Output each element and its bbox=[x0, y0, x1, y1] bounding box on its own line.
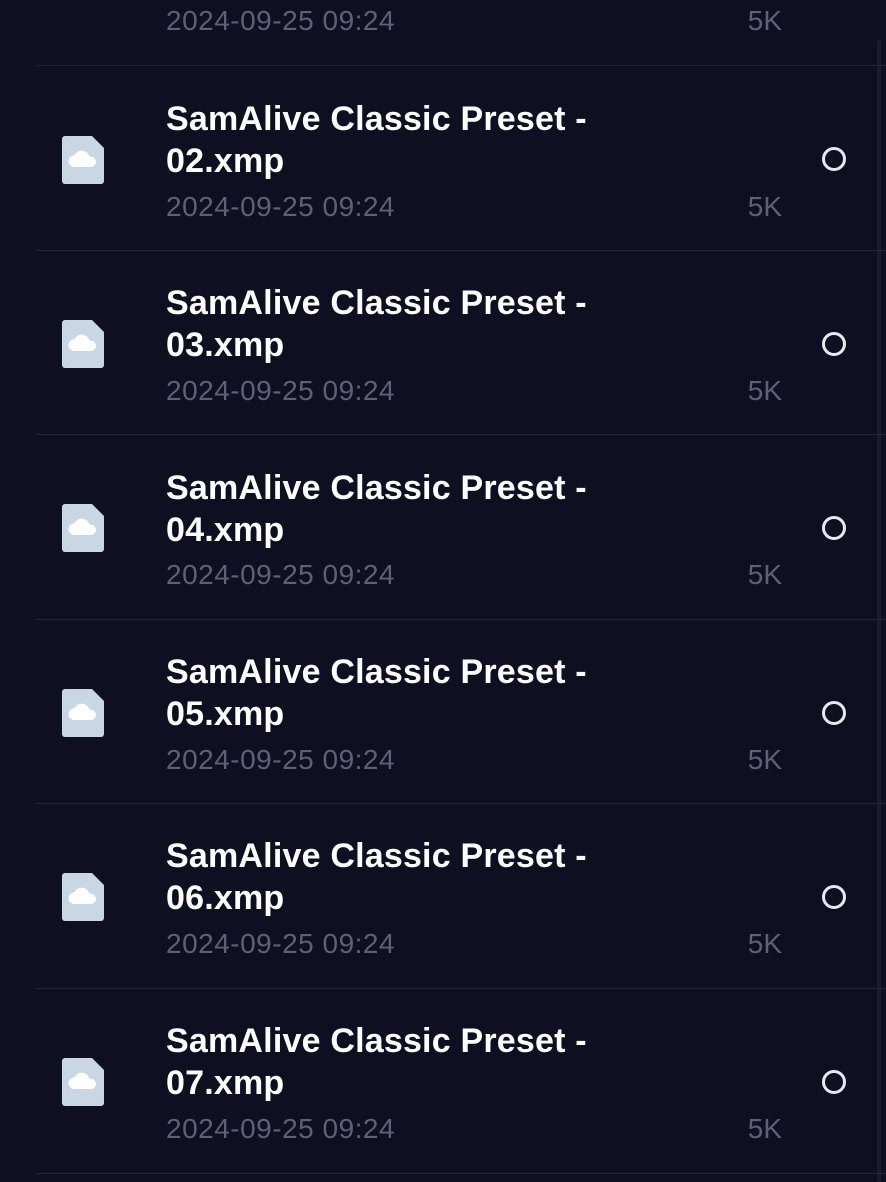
item-name-line1: SamAlive Classic Preset - bbox=[166, 100, 587, 138]
item-size: 5K bbox=[747, 375, 782, 406]
item-date: 2024-09-25 09:24 bbox=[166, 5, 396, 36]
item-name-line1: SamAlive Classic Preset - bbox=[166, 1022, 587, 1060]
item-name-line1: SamAlive Classic Preset - bbox=[166, 653, 587, 691]
item-name-line2: 02.xmp bbox=[166, 142, 285, 180]
list-item[interactable]: SamAlive Classic Preset - 06.xmp 2024-09… bbox=[36, 804, 886, 989]
item-size: 5K bbox=[747, 928, 782, 959]
item-name-line1: SamAlive Classic Preset - bbox=[166, 469, 587, 507]
list-item[interactable]: SamAlive Classic Preset - 03.xmp 2024-09… bbox=[36, 251, 886, 435]
item-name: SamAlive Classic Preset - 02.xmp bbox=[166, 98, 686, 182]
cloud-file-icon bbox=[62, 504, 104, 552]
list-item[interactable]: SamAlive Classic Preset - 07.xmp 2024-09… bbox=[36, 989, 886, 1174]
item-size: 5K bbox=[747, 5, 782, 36]
item-name-line1: SamAlive Classic Preset - bbox=[166, 284, 587, 322]
item-date: 2024-09-25 09:24 bbox=[166, 928, 396, 959]
cloud-file-icon bbox=[62, 136, 104, 184]
list-item[interactable]: SamAlive Classic Preset - 02.xmp 2024-09… bbox=[36, 66, 886, 251]
item-date: 2024-09-25 09:24 bbox=[166, 744, 396, 775]
item-date: 2024-09-25 09:24 bbox=[166, 1113, 396, 1144]
item-name-line1: SamAlive Classic Preset - bbox=[166, 837, 587, 875]
item-name: SamAlive Classic Preset - 03.xmp bbox=[166, 282, 686, 366]
list-item[interactable]: SamAlive Classic Preset - 05.xmp 2024-09… bbox=[36, 620, 886, 804]
item-name-line2: 05.xmp bbox=[166, 695, 285, 733]
item-date: 2024-09-25 09:24 bbox=[166, 559, 396, 590]
item-name: SamAlive Classic Preset - 05.xmp bbox=[166, 651, 686, 735]
item-size: 5K bbox=[747, 559, 782, 590]
select-radio[interactable] bbox=[822, 516, 846, 540]
item-name-line2: 07.xmp bbox=[166, 1064, 285, 1102]
select-radio[interactable] bbox=[822, 332, 846, 356]
select-radio[interactable] bbox=[822, 701, 846, 725]
select-radio[interactable] bbox=[822, 147, 846, 171]
item-name-line2: 06.xmp bbox=[166, 879, 285, 917]
item-name-line2: 04.xmp bbox=[166, 511, 285, 549]
list-item-partial[interactable]: 2024-09-25 09:24 5K bbox=[36, 0, 886, 66]
item-size: 5K bbox=[747, 744, 782, 775]
item-name: SamAlive Classic Preset - 06.xmp bbox=[166, 835, 686, 919]
item-date: 2024-09-25 09:24 bbox=[166, 375, 396, 406]
file-list-screen: 2024-09-25 09:24 5K SamAlive Classic Pre… bbox=[0, 0, 886, 1182]
item-date: 2024-09-25 09:24 bbox=[166, 191, 396, 222]
item-size: 5K bbox=[747, 1113, 782, 1144]
cloud-file-icon bbox=[62, 873, 104, 921]
list-item[interactable]: SamAlive Classic Preset - 04.xmp 2024-09… bbox=[36, 435, 886, 620]
item-size: 5K bbox=[747, 191, 782, 222]
item-name: SamAlive Classic Preset - 04.xmp bbox=[166, 467, 686, 551]
item-name-line2: 03.xmp bbox=[166, 326, 285, 364]
select-radio[interactable] bbox=[822, 885, 846, 909]
select-radio[interactable] bbox=[822, 1070, 846, 1094]
cloud-file-icon bbox=[62, 320, 104, 368]
cloud-file-icon bbox=[62, 1058, 104, 1106]
cloud-file-icon bbox=[62, 689, 104, 737]
item-name: SamAlive Classic Preset - 07.xmp bbox=[166, 1020, 686, 1104]
